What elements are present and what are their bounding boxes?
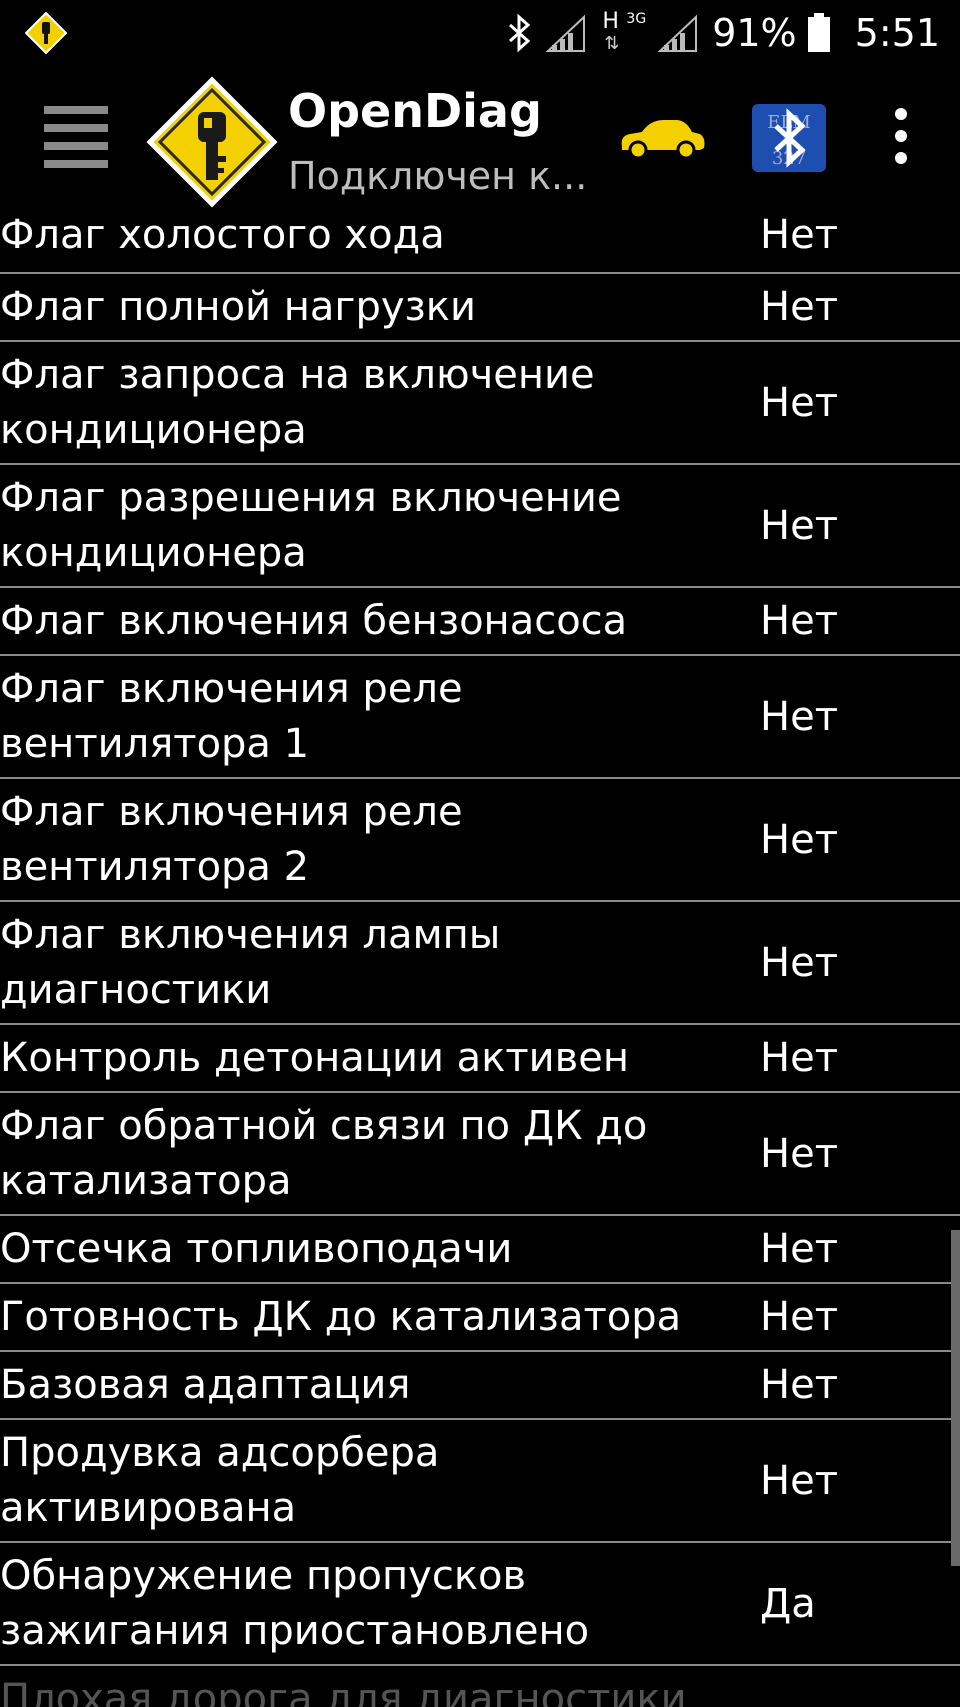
- hamburger-menu-icon[interactable]: [44, 102, 108, 170]
- parameter-row[interactable]: Флаг запроса на включение кондиционера Не…: [0, 342, 960, 465]
- status-icons: H ⇅ 3G 91% 5:51: [504, 8, 940, 58]
- parameter-value: Нет: [760, 1226, 838, 1272]
- parameter-value: Нет: [760, 1035, 838, 1081]
- bluetooth-icon: [509, 13, 531, 53]
- battery-percentage: 91%: [712, 11, 797, 55]
- parameter-label: Флаг полной нагрузки: [0, 283, 476, 330]
- parameter-label: Готовность ДК до катализатора: [0, 1293, 682, 1340]
- parameter-value: Нет: [760, 212, 838, 258]
- parameter-row[interactable]: Плохая дорога для диагностики: [0, 1666, 960, 1707]
- parameter-value: Нет: [760, 1362, 838, 1408]
- signal-3g-icon: [657, 14, 698, 52]
- opendiag-notification-icon: [25, 12, 67, 54]
- parameter-label: Отсечка топливоподачи: [0, 1225, 513, 1272]
- parameter-value: Нет: [760, 1457, 838, 1504]
- parameter-label: Контроль детонации активен: [0, 1034, 629, 1081]
- parameter-value: Да: [760, 1580, 816, 1627]
- car-icon[interactable]: [616, 116, 706, 162]
- parameter-row[interactable]: Флаг включения лампы диагностики Нет: [0, 902, 960, 1025]
- parameter-value: Нет: [760, 939, 838, 986]
- network-type-indicator: H ⇅: [598, 10, 628, 56]
- parameter-value: Нет: [760, 284, 838, 330]
- parameter-list[interactable]: Флаг холостого хода Нет Флаг полной нагруз…: [0, 206, 960, 1707]
- parameter-label: Обнаружение пропусков зажигания приостан…: [0, 1552, 590, 1654]
- parameter-list-content: Флаг холостого хода Нет Флаг полной нагруз…: [0, 206, 960, 1707]
- parameter-value: Нет: [760, 1294, 838, 1340]
- opendiag-logo-icon[interactable]: [146, 76, 278, 208]
- parameter-label: Флаг включения реле вентилятора 1: [0, 665, 463, 767]
- parameter-row[interactable]: Флаг полной нагрузки Нет: [0, 274, 960, 342]
- clock: 5:51: [854, 11, 940, 55]
- parameter-value: Нет: [760, 816, 838, 863]
- app-title: OpenDiag: [288, 84, 542, 138]
- parameter-row[interactable]: Базовая адаптация Нет: [0, 1352, 960, 1420]
- parameter-label: Плохая дорога для диагностики: [0, 1675, 687, 1707]
- parameter-value: Нет: [760, 502, 838, 549]
- parameter-row[interactable]: Готовность ДК до катализатора Нет: [0, 1284, 960, 1352]
- signal-icon: [545, 14, 586, 52]
- parameter-row[interactable]: Флаг включения бензонасоса Нет: [0, 588, 960, 656]
- parameter-label: Базовая адаптация: [0, 1361, 411, 1408]
- parameter-value: Нет: [760, 693, 838, 740]
- parameter-value: Нет: [760, 1130, 838, 1177]
- parameter-row[interactable]: Флаг разрешения включение кондиционера Не…: [0, 465, 960, 588]
- battery-icon: [807, 13, 830, 52]
- connection-status-subtitle: Подключен к...: [288, 154, 588, 198]
- parameter-label: Флаг включения реле вентилятора 2: [0, 788, 463, 890]
- parameter-row[interactable]: Обнаружение пропусков зажигания приостан…: [0, 1543, 960, 1666]
- parameter-label: Флаг холостого хода: [0, 211, 445, 258]
- app-bar: OpenDiag Подключен к... ELM 327: [0, 66, 960, 208]
- parameter-label: Флаг разрешения включение кондиционера: [0, 474, 622, 576]
- parameter-row[interactable]: Отсечка топливоподачи Нет: [0, 1216, 960, 1284]
- parameter-row[interactable]: Флаг включения реле вентилятора 1 Нет: [0, 656, 960, 779]
- parameter-value: Нет: [760, 379, 838, 426]
- parameter-label: Продувка адсорбера активирована: [0, 1429, 440, 1531]
- parameter-label: Флаг включения бензонасоса: [0, 597, 628, 644]
- parameter-label: Флаг включения лампы диагностики: [0, 911, 501, 1013]
- data-arrows-icon: ⇅: [604, 33, 620, 54]
- more-vert-icon[interactable]: [886, 106, 916, 166]
- network-3g-label: 3G: [626, 11, 647, 27]
- parameter-label: Флаг обратной связи по ДК до катализатор…: [0, 1102, 648, 1204]
- parameter-value: Нет: [760, 598, 838, 644]
- parameter-row[interactable]: Флаг включения реле вентилятора 2 Нет: [0, 779, 960, 902]
- parameter-label: Флаг запроса на включение кондиционера: [0, 351, 595, 453]
- parameter-row[interactable]: Контроль детонации активен Нет: [0, 1025, 960, 1093]
- parameter-row[interactable]: Продувка адсорбера активирована Нет: [0, 1420, 960, 1543]
- scrollbar[interactable]: [951, 1230, 960, 1566]
- network-h-label: H: [602, 9, 619, 34]
- elm327-bluetooth-icon[interactable]: ELM 327: [752, 104, 826, 172]
- parameter-row[interactable]: Флаг обратной связи по ДК до катализатор…: [0, 1093, 960, 1216]
- parameter-row[interactable]: Флаг холостого хода Нет: [0, 206, 960, 274]
- status-bar: H ⇅ 3G 91% 5:51: [0, 0, 960, 66]
